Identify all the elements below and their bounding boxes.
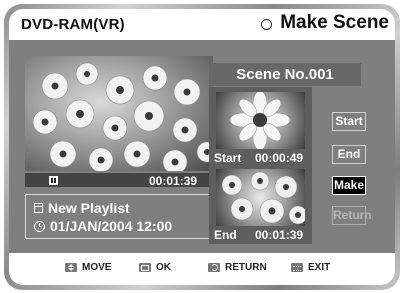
start-button[interactable]: Start (332, 112, 366, 131)
scene-panel: Start 00:00:49 End 00:01:39 (209, 87, 312, 244)
return-button[interactable]: Return (332, 206, 372, 225)
osd-screen: DVD-RAM(VR) Make Scene 00:01:39 New Play… (9, 9, 395, 285)
end-button[interactable]: End (332, 145, 366, 164)
return-hint-label: RETURN (225, 262, 267, 273)
disc-type-label: DVD-RAM(VR) (21, 16, 125, 33)
end-thumbnail (216, 169, 305, 226)
move-hint-label: MOVE (82, 262, 112, 273)
start-thumbnail (216, 92, 305, 149)
move-key-icon (65, 263, 77, 272)
elapsed-time: 00:01:39 (149, 174, 198, 188)
playlist-row: New Playlist (34, 200, 130, 216)
video-preview (25, 56, 213, 171)
scene-number-label: Scene No.001 (209, 63, 361, 86)
pause-icon (49, 176, 58, 185)
return-key-icon (208, 263, 220, 272)
flower-photo (32, 62, 213, 171)
start-label: Start (214, 151, 242, 165)
exit-key-icon (291, 263, 303, 272)
ok-hint: OK (139, 262, 171, 273)
end-time: 00:01:39 (255, 228, 304, 242)
datetime-row: 01/JAN/2004 12:00 (34, 218, 172, 234)
end-flower-image (221, 171, 305, 225)
exit-hint: EXIT (291, 262, 330, 273)
ok-hint-label: OK (156, 262, 171, 273)
clock-icon (34, 220, 45, 232)
start-flower-image (229, 92, 291, 149)
recording-datetime: 01/JAN/2004 12:00 (50, 218, 173, 234)
start-time: 00:00:49 (255, 151, 304, 165)
exit-hint-label: EXIT (308, 262, 331, 273)
header-title-group: Make Scene (261, 12, 389, 34)
header-bar: DVD-RAM(VR) Make Scene (9, 9, 395, 40)
footer-hints: MOVE OK RETURN EXIT (9, 253, 395, 285)
circle-icon (261, 18, 273, 30)
end-label: End (214, 228, 237, 242)
playlist-name: New Playlist (48, 200, 130, 216)
playlist-icon (34, 203, 43, 213)
page-title: Make Scene (280, 12, 389, 33)
make-button[interactable]: Make (332, 176, 366, 195)
playlist-info-box: New Playlist 01/JAN/2004 12:00 (25, 194, 213, 239)
move-hint: MOVE (65, 262, 111, 273)
ok-key-icon (139, 263, 151, 272)
return-hint: RETURN (208, 262, 267, 273)
